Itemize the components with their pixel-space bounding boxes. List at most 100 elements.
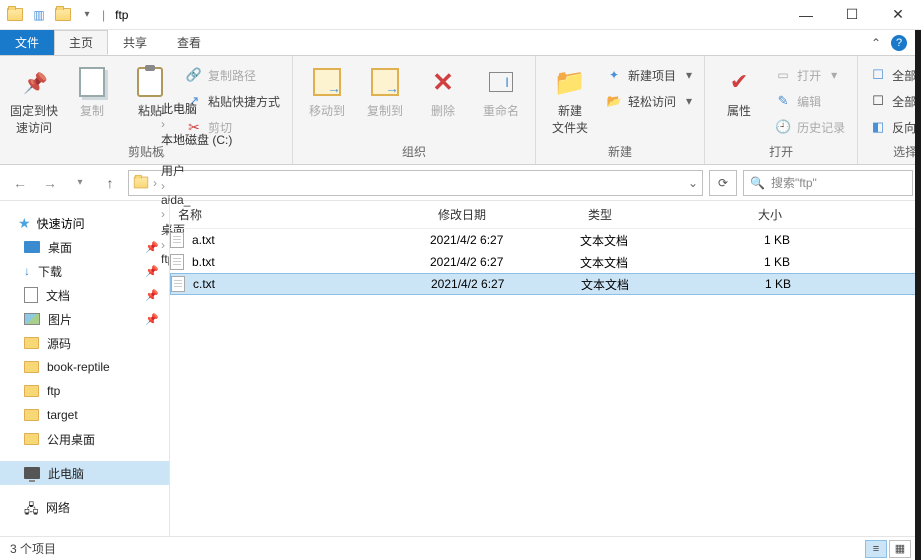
ribbon: 固定到快 速访问 复制 粘贴 复制路径 粘贴快捷方式 剪切 剪贴板 移动到 复制… xyxy=(0,55,921,165)
maximize-button[interactable]: ☐ xyxy=(829,0,875,30)
newfolder-icon xyxy=(554,66,586,98)
address-dropdown-icon[interactable]: ⌄ xyxy=(688,176,698,190)
group-clipboard-label: 剪贴板 xyxy=(8,141,284,160)
tab-home[interactable]: 主页 xyxy=(54,30,108,55)
qat-newfolder-icon[interactable] xyxy=(52,4,74,26)
file-date: 2021/4/2 6:27 xyxy=(430,233,580,247)
sidebar-item[interactable]: 公用桌面 xyxy=(0,427,169,451)
easyaccess-button[interactable]: 轻松访问▾ xyxy=(602,90,696,112)
up-button[interactable]: ↑ xyxy=(98,171,122,195)
sidebar-item[interactable]: ftp xyxy=(0,379,169,403)
chevron-right-icon[interactable]: › xyxy=(161,117,165,131)
file-name: b.txt xyxy=(192,255,215,269)
sidebar-item-label: 公用桌面 xyxy=(47,431,95,448)
file-date: 2021/4/2 6:27 xyxy=(431,277,581,291)
moveto-button[interactable]: 移动到 xyxy=(301,60,353,119)
back-button[interactable]: ← xyxy=(8,171,32,195)
ribbon-tabs: 文件 主页 共享 查看 ⌃ ? xyxy=(0,30,921,55)
refresh-button[interactable]: ⟳ xyxy=(709,170,737,196)
pin-icon xyxy=(23,71,45,93)
search-placeholder: 搜索"ftp" xyxy=(771,174,817,191)
recent-dropdown[interactable]: ▾ xyxy=(68,171,92,195)
chevron-right-icon[interactable]: › xyxy=(161,148,165,162)
history-button[interactable]: 历史记录 xyxy=(771,116,849,138)
close-button[interactable]: ✕ xyxy=(875,0,921,30)
textfile-icon xyxy=(171,276,185,292)
copyto-icon xyxy=(371,68,399,96)
properties-button[interactable]: 属性 xyxy=(713,60,765,119)
file-row[interactable]: c.txt2021/4/2 6:27文本文档1 KB xyxy=(170,273,921,295)
sidebar-thispc[interactable]: 此电脑 xyxy=(0,461,169,485)
sidebar-item[interactable]: 文档📌 xyxy=(0,283,169,307)
file-row[interactable]: a.txt2021/4/2 6:27文本文档1 KB xyxy=(170,229,921,251)
fold-icon xyxy=(24,361,39,373)
selectinvert-button[interactable]: 反向选择 xyxy=(866,116,921,138)
tab-share[interactable]: 共享 xyxy=(108,30,162,55)
file-date: 2021/4/2 6:27 xyxy=(430,255,580,269)
sidebar-quickaccess[interactable]: ★快速访问 xyxy=(0,211,169,235)
copy-button[interactable]: 复制 xyxy=(66,60,118,119)
tab-view[interactable]: 查看 xyxy=(162,30,216,55)
col-name[interactable]: 名称 xyxy=(170,206,430,223)
column-headers[interactable]: 名称 修改日期 类型 大小 xyxy=(170,201,921,229)
breadcrumb-item[interactable]: 用户 xyxy=(161,162,232,179)
copyto-button[interactable]: 复制到 xyxy=(359,60,411,119)
breadcrumb-item[interactable]: 本地磁盘 (C:) xyxy=(161,131,232,148)
open-icon xyxy=(775,67,791,83)
selectall-button[interactable]: 全部选择 xyxy=(866,64,921,86)
file-size: 1 KB xyxy=(710,233,790,247)
edit-button[interactable]: 编辑 xyxy=(771,90,849,112)
file-row[interactable]: b.txt2021/4/2 6:27文本文档1 KB xyxy=(170,251,921,273)
qat-dropdown-icon[interactable]: ▾ xyxy=(76,4,98,26)
sidebar-item[interactable]: 下载📌 xyxy=(0,259,169,283)
textfile-icon xyxy=(170,254,184,270)
search-box[interactable]: 🔍 搜索"ftp" xyxy=(743,170,913,196)
view-icons-button[interactable]: ▦ xyxy=(889,540,911,558)
check-icon xyxy=(723,66,755,98)
fold-icon xyxy=(24,433,39,445)
chevron-right-icon[interactable]: › xyxy=(161,179,165,193)
sidebar-item[interactable]: 源码 xyxy=(0,331,169,355)
sidebar-item[interactable]: book-reptile xyxy=(0,355,169,379)
sidebar-network[interactable]: 网络 xyxy=(0,495,169,519)
newitem-button[interactable]: 新建项目▾ xyxy=(602,64,696,86)
view-details-button[interactable]: ≡ xyxy=(865,540,887,558)
selectnone-icon xyxy=(870,93,886,109)
chevron-right-icon[interactable]: › xyxy=(153,176,157,190)
paste-icon xyxy=(137,67,163,97)
col-type[interactable]: 类型 xyxy=(580,206,710,223)
selectall-icon xyxy=(870,67,886,83)
rename-button[interactable]: 重命名 xyxy=(475,60,527,119)
file-type: 文本文档 xyxy=(580,232,710,249)
col-size[interactable]: 大小 xyxy=(710,206,790,223)
newfolder-button[interactable]: 新建 文件夹 xyxy=(544,60,596,136)
copypath-button[interactable]: 复制路径 xyxy=(182,64,284,86)
fold-icon xyxy=(24,385,39,397)
col-date[interactable]: 修改日期 xyxy=(430,206,580,223)
forward-button[interactable]: → xyxy=(38,171,62,195)
address-bar[interactable]: › 此电脑 › 本地磁盘 (C:) › 用户 › aida_ › 桌面 › ft… xyxy=(128,170,703,196)
sidebar-item[interactable]: 图片📌 xyxy=(0,307,169,331)
delete-button[interactable]: 删除 xyxy=(417,60,469,119)
minimize-button[interactable]: — xyxy=(783,0,829,30)
qat-properties-icon[interactable]: ▥ xyxy=(28,4,50,26)
tab-file[interactable]: 文件 xyxy=(0,30,54,55)
pic-icon xyxy=(24,313,40,325)
collapse-ribbon-icon[interactable]: ⌃ xyxy=(871,36,881,50)
sidebar-item[interactable]: target xyxy=(0,403,169,427)
path-icon xyxy=(186,67,202,83)
selectinvert-icon xyxy=(870,119,886,135)
sidebar-item-label: ftp xyxy=(47,384,60,398)
rename-icon xyxy=(489,72,513,92)
open-button[interactable]: 打开▾ xyxy=(771,64,849,86)
selectnone-button[interactable]: 全部取消 xyxy=(866,90,921,112)
dl-icon xyxy=(24,264,30,278)
sidebar-item[interactable]: 桌面📌 xyxy=(0,235,169,259)
group-organize-label: 组织 xyxy=(301,141,527,160)
breadcrumb-item[interactable]: 此电脑 xyxy=(161,100,232,117)
history-icon xyxy=(775,119,791,135)
pin-icon: 📌 xyxy=(145,241,159,254)
pin-quickaccess-button[interactable]: 固定到快 速访问 xyxy=(8,60,60,136)
help-icon[interactable]: ? xyxy=(891,35,907,51)
fold-icon xyxy=(24,337,39,349)
